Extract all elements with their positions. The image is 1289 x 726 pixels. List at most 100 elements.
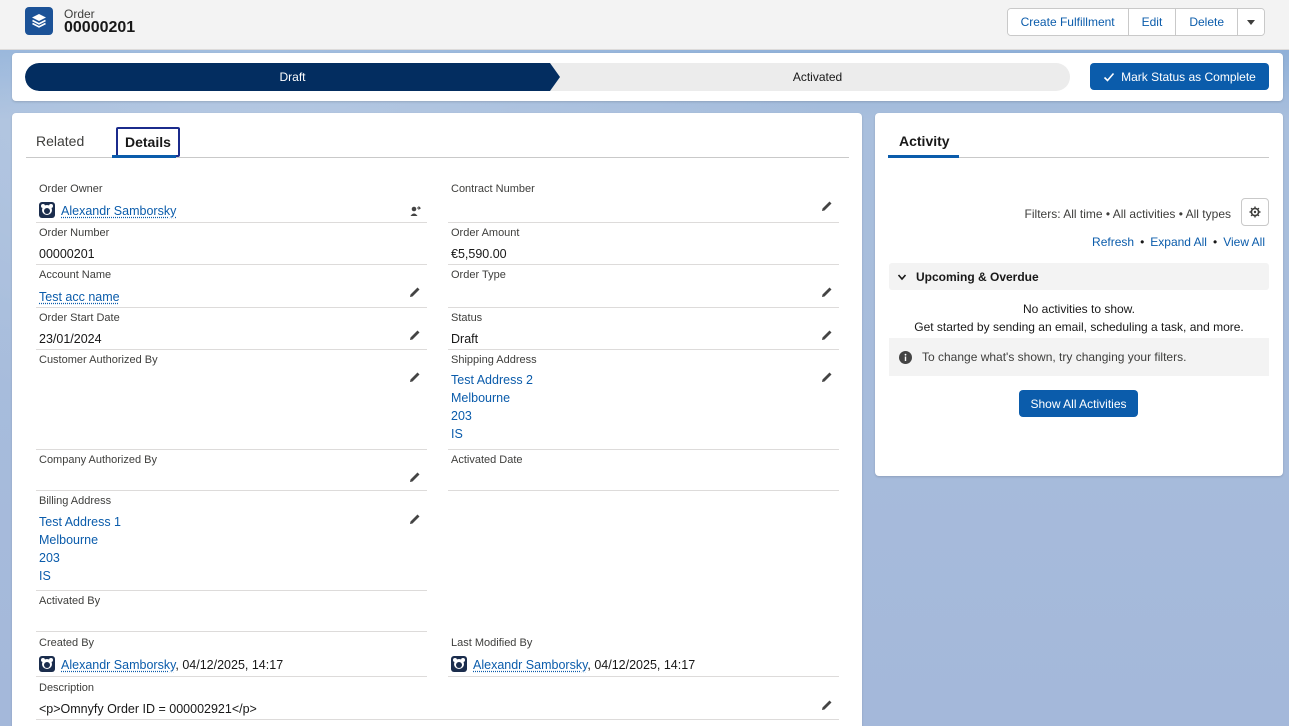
field-company-authorized-by: Company Authorized By [36,454,427,491]
field-billing-address: Billing Address Test Address 1 Melbourne… [36,495,427,591]
field-label: Status [451,312,483,324]
order-owner-link[interactable]: Alexandr Samborsky [61,204,176,218]
gear-icon [1249,206,1261,218]
active-tab-indicator [112,155,176,158]
path-step-activated[interactable]: Activated [565,63,1070,91]
tab-details[interactable]: Details [116,127,180,157]
field-label: Order Type [451,269,506,281]
user-avatar-icon [451,656,467,672]
pencil-icon[interactable] [821,329,833,341]
field-description: Description <p>Omnyfy Order ID = 0000029… [36,682,839,720]
chevron-down-icon [1247,20,1255,25]
field-order-type: Order Type [448,269,839,308]
field-label: Account Name [39,269,112,281]
field-label: Contract Number [451,183,535,195]
filter-settings-button[interactable] [1241,198,1269,226]
shipping-address-value[interactable]: Test Address 2 Melbourne 203 IS [451,371,533,443]
empty-activity-message: No activities to show. Get started by se… [914,302,1244,334]
field-label: Shipping Address [451,354,537,366]
order-number-value: 00000201 [39,247,95,261]
mark-status-label: Mark Status as Complete [1121,69,1256,84]
last-modified-by-user-link[interactable]: Alexandr Samborsky [473,658,587,672]
pencil-icon[interactable] [409,471,421,483]
create-fulfillment-button[interactable]: Create Fulfillment [1007,9,1129,35]
field-last-modified-by: Last Modified By Alexandr Samborsky, 04/… [448,637,839,677]
order-start-date-value: 23/01/2024 [39,332,102,346]
pencil-icon[interactable] [821,286,833,298]
active-tab-indicator [888,155,959,158]
record-tabs: Related Details [26,127,849,158]
field-order-start-date: Order Start Date 23/01/2024 [36,312,427,350]
details-card: Related Details Order Owner Alexandr Sam… [12,113,862,726]
info-icon [899,350,912,364]
field-label: Order Owner [39,183,103,195]
more-actions-button[interactable] [1238,9,1264,35]
record-name: 00000201 [64,19,136,36]
field-order-owner: Order Owner Alexandr Samborsky [36,183,427,223]
field-label: Order Number [39,227,110,239]
billing-address-value[interactable]: Test Address 1 Melbourne 203 IS [39,513,121,585]
upcoming-overdue-section-toggle[interactable]: Upcoming & Overdue [889,263,1269,290]
field-label: Order Amount [451,227,520,239]
upcoming-overdue-label: Upcoming & Overdue [916,269,1039,284]
field-account-name: Account Name Test acc name [36,269,427,308]
mark-status-complete-button[interactable]: Mark Status as Complete [1090,63,1269,90]
order-amount-value: €5,590.00 [451,247,507,261]
activity-links: Refresh • Expand All • View All [1092,235,1265,249]
layers-icon [25,7,53,35]
field-label: Activated Date [451,454,523,466]
status-path-card: Draft Activated Mark Status as Complete [12,53,1283,101]
field-label: Billing Address [39,495,112,507]
pencil-icon[interactable] [409,513,421,525]
created-by-timestamp: , 04/12/2025, 14:17 [175,658,284,672]
field-contract-number: Contract Number [448,183,839,223]
field-order-number: Order Number 00000201 [36,227,427,265]
field-created-by: Created By Alexandr Samborsky, 04/12/202… [36,637,427,677]
field-order-amount: Order Amount €5,590.00 [448,227,839,265]
view-all-link[interactable]: View All [1223,235,1265,249]
activity-filters-text: Filters: All time • All activities • All… [1024,207,1231,221]
tab-activity[interactable]: Activity [899,133,950,149]
user-avatar-icon [39,656,55,672]
field-label: Last Modified By [451,637,533,649]
field-label: Company Authorized By [39,454,158,466]
pencil-icon[interactable] [821,200,833,212]
edit-button[interactable]: Edit [1128,9,1177,35]
pencil-icon[interactable] [821,699,833,711]
chevron-down-icon [897,273,907,280]
field-label: Customer Authorized By [39,354,158,366]
field-customer-authorized-by: Customer Authorized By [36,354,427,450]
expand-all-link[interactable]: Expand All [1150,235,1207,249]
pencil-icon[interactable] [821,371,833,383]
field-label: Created By [39,637,95,649]
change-owner-icon[interactable] [409,205,421,217]
delete-button[interactable]: Delete [1176,9,1238,35]
last-modified-timestamp: , 04/12/2025, 14:17 [587,658,696,672]
show-all-activities-button[interactable]: Show All Activities [1019,390,1138,417]
tab-related[interactable]: Related [36,133,84,149]
account-name-link[interactable]: Test acc name [39,290,120,304]
field-label: Order Start Date [39,312,120,324]
status-path: Draft Activated [25,63,1070,91]
pencil-icon[interactable] [409,329,421,341]
field-status: Status Draft [448,312,839,350]
field-activated-date: Activated Date [448,454,839,491]
status-value: Draft [451,332,479,346]
header-actions: Create Fulfillment Edit Delete [1006,8,1265,36]
field-activated-by: Activated By [36,595,427,632]
activity-card: Activity Filters: All time • All activit… [875,113,1283,476]
record-header: Order 00000201 Create Fulfillment Edit D… [0,0,1289,50]
description-value: <p>Omnyfy Order ID = 000002921</p> [39,702,257,716]
pencil-icon[interactable] [409,286,421,298]
activity-tabs: Activity [888,127,1269,158]
pencil-icon[interactable] [409,371,421,383]
field-label: Activated By [39,595,101,607]
created-by-user-link[interactable]: Alexandr Samborsky [61,658,175,672]
filter-tip: To change what's shown, try changing you… [889,338,1269,376]
refresh-link[interactable]: Refresh [1092,235,1134,249]
user-avatar-icon [39,202,55,218]
field-label: Description [39,682,95,694]
check-icon [1104,72,1115,82]
field-shipping-address: Shipping Address Test Address 2 Melbourn… [448,354,839,450]
path-step-draft[interactable]: Draft [25,63,560,91]
